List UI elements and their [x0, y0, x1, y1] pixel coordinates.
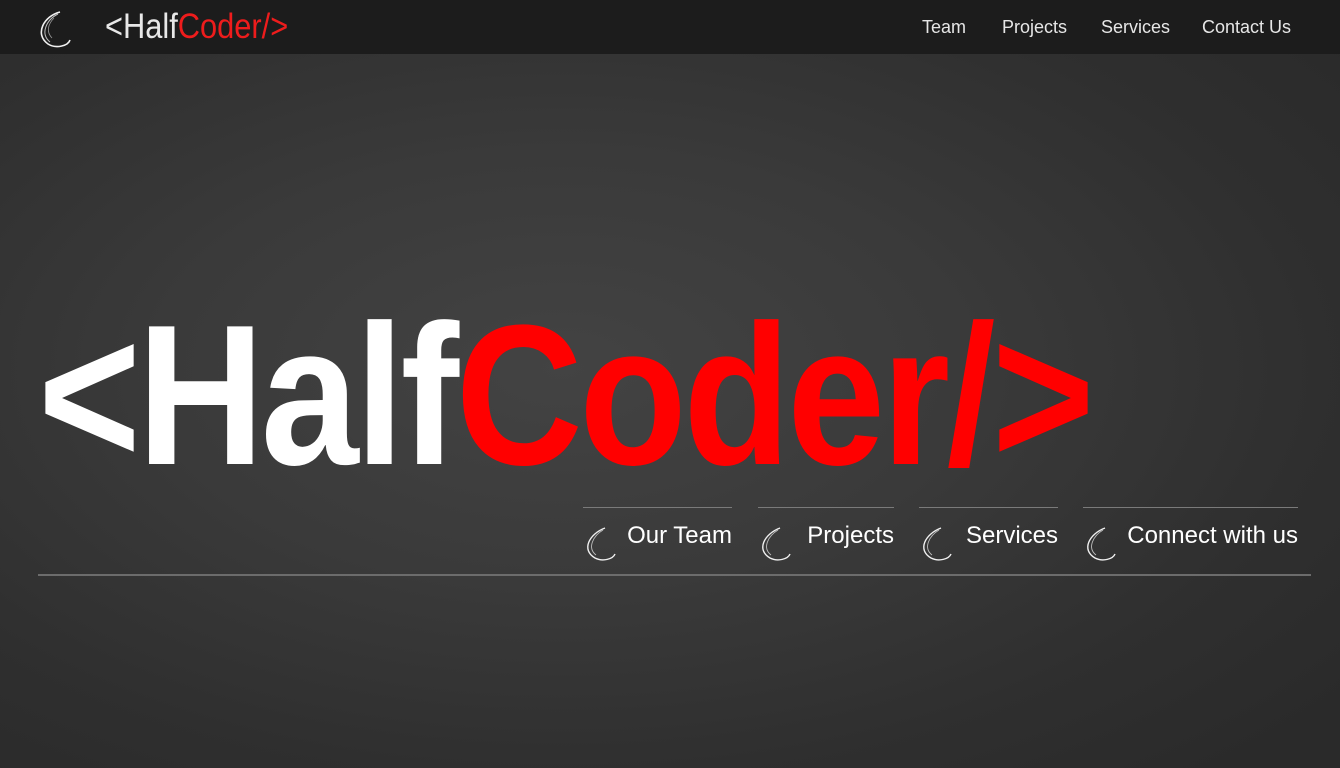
nav-link-team[interactable]: Team — [922, 15, 966, 39]
quick-link-label: Projects — [807, 522, 894, 549]
orbit-swirl-icon — [1087, 527, 1116, 561]
quick-link-label: Connect with us — [1127, 522, 1298, 549]
orbit-swirl-icon[interactable] — [36, 8, 72, 48]
navbar: <HalfCoder/> Team Projects Services Cont… — [0, 0, 1340, 54]
hero-title-close: Coder/> — [455, 284, 1095, 507]
hero-title-open: <Half — [38, 284, 459, 507]
nav-link-contact-us[interactable]: Contact Us — [1202, 15, 1291, 39]
quick-link-connect-with-us[interactable]: Connect with us — [1083, 507, 1298, 563]
nav-link-projects[interactable]: Projects — [1002, 15, 1067, 39]
orbit-swirl-icon — [587, 527, 616, 561]
orbit-swirl-icon — [762, 527, 791, 561]
quick-link-projects[interactable]: Projects — [758, 507, 894, 563]
hero-title: <HalfCoder/> — [38, 296, 1095, 496]
quick-link-our-team[interactable]: Our Team — [583, 507, 732, 563]
quick-link-label: Our Team — [627, 522, 732, 549]
hero-divider — [38, 574, 1311, 576]
quick-link-label: Services — [965, 522, 1058, 549]
nav-link-services[interactable]: Services — [1101, 15, 1170, 39]
brand-text-close: Coder/> — [177, 7, 289, 46]
brand-logo[interactable]: <HalfCoder/> — [105, 6, 288, 48]
orbit-swirl-icon — [923, 527, 952, 561]
quick-link-services[interactable]: Services — [919, 507, 1058, 563]
brand-text-open: <Half — [105, 7, 178, 46]
